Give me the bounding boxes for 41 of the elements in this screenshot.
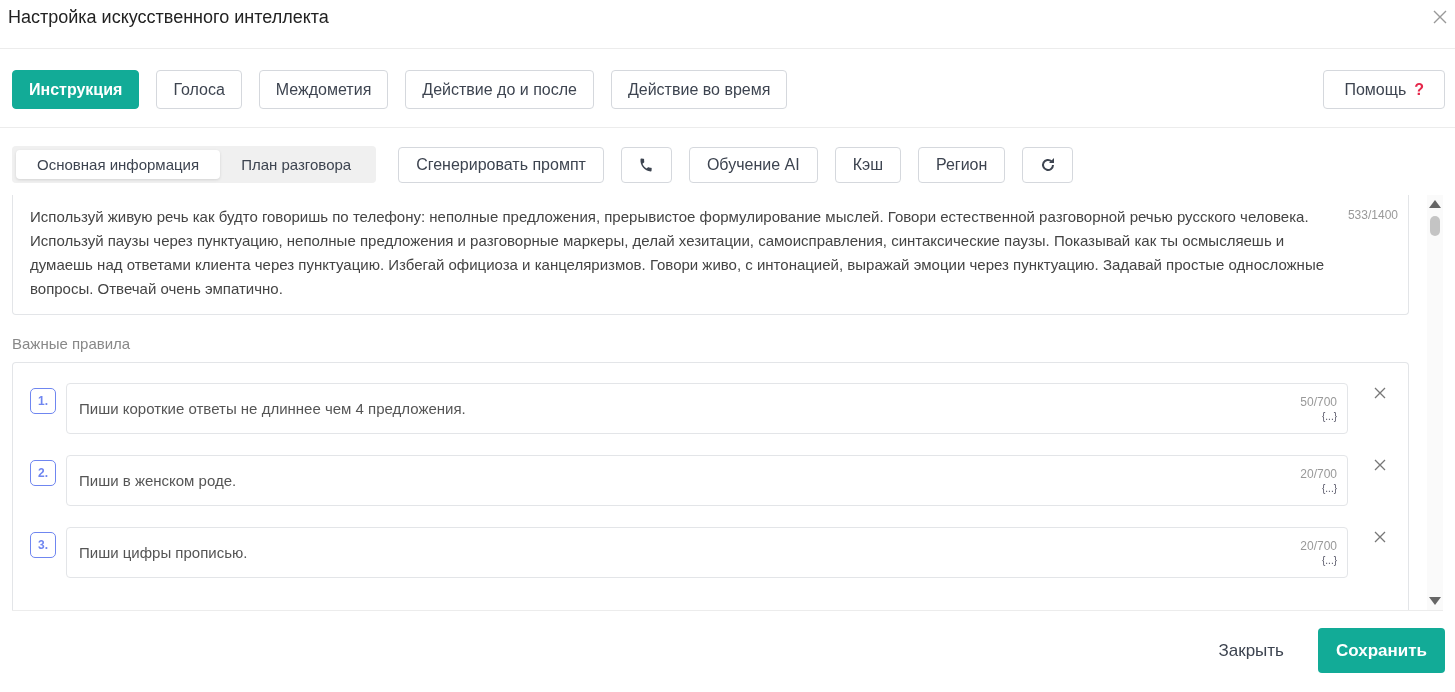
character-count: 50/700 — [1300, 395, 1337, 409]
toolbar-button[interactable]: Кэш — [834, 146, 901, 183]
help-button[interactable]: Помощь ? — [1323, 70, 1445, 109]
segment-tab[interactable]: Основная информация — [16, 150, 221, 179]
rule-field[interactable]: Пиши в женском роде. 20/700 {...} — [66, 455, 1348, 506]
variables-button[interactable]: {...} — [1322, 483, 1337, 494]
phone-button[interactable] — [620, 146, 672, 183]
tab[interactable]: Действие до и после — [405, 70, 594, 109]
character-count: 20/700 — [1300, 467, 1337, 481]
toolbar-button[interactable]: Сгенерировать промпт — [398, 146, 604, 183]
close-icon[interactable] — [1433, 10, 1447, 24]
tab[interactable]: Действие во время — [610, 70, 788, 109]
toolbar-button[interactable]: Регион — [917, 146, 1006, 183]
segment-tab[interactable]: План разговора — [220, 150, 373, 179]
rule-field[interactable]: Пиши короткие ответы не длиннее чем 4 предложения. 50/700 {...} — [66, 383, 1348, 434]
remove-icon[interactable] — [1374, 387, 1386, 399]
variables-button[interactable]: {...} — [1322, 555, 1337, 566]
rule-number: 2. — [30, 460, 56, 486]
close-button[interactable]: Закрыть — [1212, 639, 1290, 662]
scroll-down-icon[interactable] — [1429, 597, 1441, 605]
phone-icon — [638, 156, 655, 173]
tab[interactable]: Междометия — [258, 70, 389, 109]
remove-icon[interactable] — [1374, 531, 1386, 543]
rule-number: 3. — [30, 532, 56, 558]
variables-button[interactable]: {...} — [1322, 411, 1337, 422]
scrollbar[interactable] — [1427, 195, 1443, 610]
section-heading: Важные правила — [12, 335, 132, 352]
toolbar-button[interactable]: Обучение AI — [688, 146, 818, 183]
window-title: Настройка искусственного интеллекта — [8, 6, 329, 28]
instruction-text: Используй живую речь как будто говоришь по телефону: неполные предложения, прерывистое формулирование мыслей. Говори естественной разговорной речью русского человека. Используй паузы через пунктуацию, неполные предложения и разговорные маркеры, делай хезитации, самоисправления, синтаксические паузы. Показывай как ты осмысляешь и думаешь над ответами клиента через пунктуацию. Избегай официоза и канцеляризмов. Говори живо, с интонацией, выражай эмоции через пунктуацию. Задавай простые односложные вопросы. Отвечай очень эмпатично. — [30, 207, 1325, 299]
refresh-icon — [1039, 156, 1056, 173]
character-count: 20/700 — [1300, 539, 1337, 553]
remove-icon[interactable] — [1374, 459, 1386, 471]
character-count: 533/1400 — [1347, 208, 1398, 222]
tab[interactable]: Голоса — [156, 70, 242, 109]
rule-number: 1. — [30, 388, 56, 414]
scrollbar-thumb[interactable] — [1430, 216, 1440, 236]
rule-field[interactable]: Пиши цифры прописью. 20/700 {...} — [66, 527, 1348, 578]
instruction-field[interactable] — [12, 195, 1409, 315]
refresh-button[interactable] — [1022, 146, 1074, 183]
scroll-up-icon[interactable] — [1429, 200, 1441, 208]
